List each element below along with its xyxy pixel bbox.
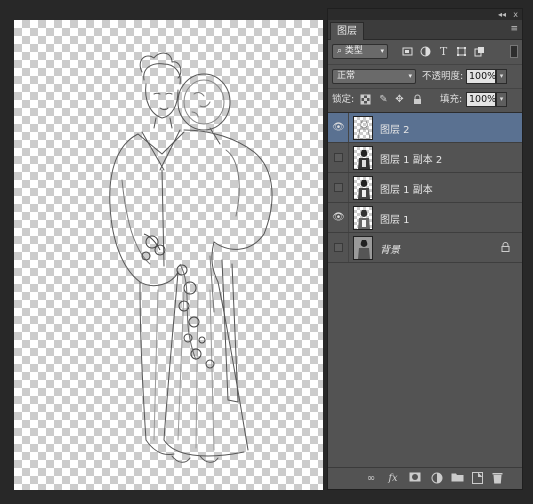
divider	[348, 173, 349, 202]
lock-all-icon[interactable]	[412, 94, 423, 105]
add-mask-icon[interactable]	[408, 472, 422, 486]
divider	[348, 233, 349, 262]
filter-type-value: 类型	[344, 46, 363, 56]
opacity-field[interactable]: 100%	[466, 69, 496, 84]
panel-title-bar: ◂◂ x	[328, 9, 522, 20]
visibility-toggle[interactable]	[334, 153, 343, 162]
layer-thumbnail	[353, 206, 373, 230]
layer-row[interactable]: 图层 1 副本 2	[328, 143, 522, 173]
new-group-icon[interactable]	[450, 472, 464, 486]
lock-image-pixels-icon[interactable]: ✎	[378, 94, 389, 105]
eye-icon[interactable]: 👁	[332, 121, 345, 134]
tab-layers[interactable]: 图层	[330, 22, 364, 40]
layer-thumbnail	[353, 146, 373, 170]
layer-name[interactable]: 图层 1	[380, 211, 410, 226]
eye-icon[interactable]: 👁	[332, 211, 345, 224]
close-panel-icon[interactable]: x	[513, 9, 518, 20]
divider	[348, 113, 349, 142]
fill-label: 填充:	[440, 94, 463, 105]
lock-label: 锁定:	[332, 94, 355, 105]
layer-thumbnail	[353, 176, 373, 200]
link-layers-icon[interactable]: ∞	[364, 472, 378, 486]
type-filter-icon[interactable]: T	[438, 46, 449, 57]
layer-thumbnail	[353, 116, 373, 140]
chevron-down-icon: ▾	[380, 47, 384, 55]
lock-position-icon[interactable]: ✥	[394, 94, 405, 105]
new-layer-icon[interactable]	[470, 472, 484, 486]
shape-filter-icon[interactable]	[456, 46, 467, 57]
blend-mode-select[interactable]: 正常 ▾	[332, 69, 416, 84]
image-filter-icon[interactable]	[402, 46, 413, 57]
smart-object-filter-icon[interactable]	[474, 46, 485, 57]
fill-dropdown-button[interactable]: ▾	[496, 92, 507, 107]
panel-bottom-toolbar: ∞ fx	[328, 467, 522, 489]
layer-row[interactable]: 背景	[328, 233, 522, 263]
pencil-sketch-figure	[109, 52, 273, 463]
layer-row[interactable]: 👁 图层 1	[328, 203, 522, 233]
divider	[348, 143, 349, 172]
visibility-toggle[interactable]	[334, 183, 343, 192]
layer-thumbnail	[353, 236, 373, 260]
adjustment-filter-icon[interactable]	[420, 46, 431, 57]
opacity-label: 不透明度:	[422, 71, 464, 82]
lock-icon	[501, 242, 510, 255]
layers-panel: ◂◂ x 图层 ≡ ⌕ 类型 ▾ T 正常 ▾ 不透明度: 100% ▾ 锁定:…	[327, 8, 523, 490]
collapse-panel-icon[interactable]: ◂◂	[498, 9, 506, 20]
blend-mode-value: 正常	[337, 71, 356, 81]
layer-row[interactable]: 图层 1 副本	[328, 173, 522, 203]
filter-toggle-switch[interactable]	[510, 45, 518, 58]
layer-name[interactable]: 图层 1 副本 2	[380, 151, 442, 166]
visibility-toggle[interactable]	[334, 243, 343, 252]
layer-name[interactable]: 图层 2	[380, 121, 410, 136]
document-canvas[interactable]	[14, 20, 323, 490]
fx-icon[interactable]: fx	[386, 472, 400, 486]
filter-type-select[interactable]: ⌕ 类型 ▾	[332, 44, 388, 59]
search-icon: ⌕	[337, 46, 345, 56]
layer-name[interactable]: 图层 1 副本	[380, 181, 433, 196]
blend-mode-row: 正常 ▾ 不透明度: 100% ▾	[328, 64, 522, 88]
delete-layer-icon[interactable]	[490, 472, 504, 486]
panel-tab-bar: 图层 ≡	[328, 20, 522, 40]
lock-row: 锁定: ✎ ✥ 填充: 100% ▾	[328, 88, 522, 110]
layer-filter-row: ⌕ 类型 ▾ T	[328, 40, 522, 64]
layer-name[interactable]: 背景	[380, 241, 400, 256]
adjustment-layer-icon[interactable]	[430, 472, 444, 486]
opacity-dropdown-button[interactable]: ▾	[496, 69, 507, 84]
layer-row[interactable]: 👁 图层 2	[328, 113, 522, 143]
layers-list: 👁 图层 2 图层 1 副本 2 图层 1 副本 �	[328, 112, 522, 467]
divider	[348, 203, 349, 232]
fill-field[interactable]: 100%	[466, 92, 496, 107]
chevron-down-icon: ▾	[408, 72, 412, 80]
lock-transparent-pixels-icon[interactable]	[360, 94, 371, 105]
panel-menu-icon[interactable]: ≡	[510, 24, 518, 34]
